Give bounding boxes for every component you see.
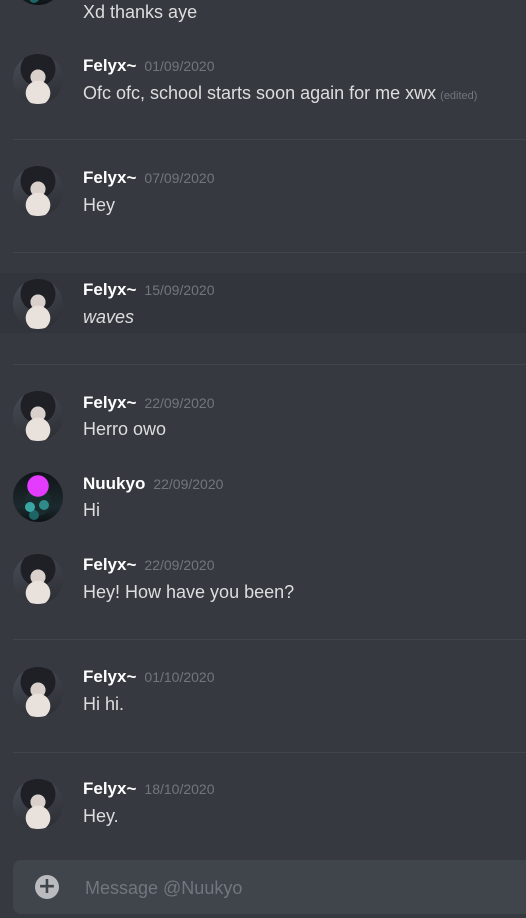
message-input[interactable] xyxy=(83,870,507,906)
avatar[interactable] xyxy=(13,472,63,522)
message-header: Felyx~ 22/09/2020 xyxy=(83,555,214,575)
message-item[interactable]: Felyx~ 18/10/2020 Hey. xyxy=(0,774,526,849)
avatar[interactable] xyxy=(13,391,63,441)
avatar[interactable] xyxy=(13,166,63,216)
message-header: Felyx~ 22/09/2020 xyxy=(83,393,214,413)
plus-circle-icon[interactable]: + xyxy=(35,875,59,899)
message-content: Ofc ofc, school starts soon again for me… xyxy=(83,83,477,104)
avatar[interactable] xyxy=(13,279,63,329)
message-header: Felyx~ 18/10/2020 xyxy=(83,779,214,799)
message-item[interactable]: Xd thanks aye xyxy=(0,0,526,30)
message-timestamp: 01/09/2020 xyxy=(144,58,215,74)
message-content: Hey. xyxy=(83,806,119,826)
message-timestamp: 18/10/2020 xyxy=(144,781,215,797)
date-divider xyxy=(13,252,526,253)
avatar[interactable] xyxy=(13,54,63,104)
message-header: Felyx~ 15/09/2020 xyxy=(83,280,214,300)
author-name[interactable]: Felyx~ xyxy=(83,56,136,75)
message-content: Hey xyxy=(83,195,116,215)
message-content: Xd thanks aye xyxy=(83,2,198,22)
author-name[interactable]: Felyx~ xyxy=(83,168,136,187)
message-content: Hi hi. xyxy=(83,694,125,714)
avatar[interactable] xyxy=(13,0,63,5)
author-name[interactable]: Felyx~ xyxy=(83,779,136,798)
avatar[interactable] xyxy=(13,667,63,717)
message-item[interactable]: Felyx~ 01/10/2020 Hi hi. xyxy=(0,661,526,736)
date-divider xyxy=(13,364,526,365)
message-content: Herro owo xyxy=(83,419,167,439)
message-item[interactable]: Felyx~ 07/09/2020 Hey xyxy=(0,160,526,240)
message-header: Felyx~ 07/09/2020 xyxy=(83,168,214,188)
author-name[interactable]: Nuukyo xyxy=(83,474,145,493)
message-item[interactable]: Felyx~ 15/09/2020 waves xyxy=(0,273,526,333)
avatar[interactable] xyxy=(13,554,63,604)
message-header: Nuukyo 22/09/2020 xyxy=(83,474,223,494)
message-item[interactable]: Nuukyo 22/09/2020 Hi xyxy=(0,467,526,537)
message-item[interactable]: Felyx~ 22/09/2020 Hey! How have you been? xyxy=(0,549,526,624)
author-name[interactable]: Felyx~ xyxy=(83,667,136,686)
message-header: Felyx~ 01/09/2020 xyxy=(83,56,214,76)
message-content: waves xyxy=(83,307,135,327)
author-name[interactable]: Felyx~ xyxy=(83,555,136,574)
date-divider xyxy=(13,639,526,640)
message-timestamp: 01/10/2020 xyxy=(144,669,215,685)
message-text: Ofc ofc, school starts soon again for me… xyxy=(83,83,437,103)
message-timestamp: 22/09/2020 xyxy=(144,395,215,411)
avatar[interactable] xyxy=(13,779,63,829)
date-divider xyxy=(13,139,526,140)
edited-label: (edited) xyxy=(440,90,478,102)
message-timestamp: 22/09/2020 xyxy=(153,476,224,492)
message-item[interactable]: Felyx~ 22/09/2020 Herro owo xyxy=(0,385,526,455)
author-name[interactable]: Felyx~ xyxy=(83,393,136,412)
date-divider xyxy=(13,752,526,753)
author-name[interactable]: Felyx~ xyxy=(83,280,136,299)
message-timestamp: 15/09/2020 xyxy=(144,282,215,298)
message-list: Xd thanks aye Felyx~ 01/09/2020 Ofc ofc, … xyxy=(0,0,526,918)
message-timestamp: 07/09/2020 xyxy=(144,170,215,186)
message-composer: + xyxy=(13,860,526,914)
message-header: Felyx~ 01/10/2020 xyxy=(83,667,214,687)
message-content: Hi xyxy=(83,500,100,520)
message-item[interactable]: Felyx~ 01/09/2020 Ofc ofc, school starts … xyxy=(0,48,526,128)
message-content: Hey! How have you been? xyxy=(83,582,295,602)
message-timestamp: 22/09/2020 xyxy=(144,557,215,573)
